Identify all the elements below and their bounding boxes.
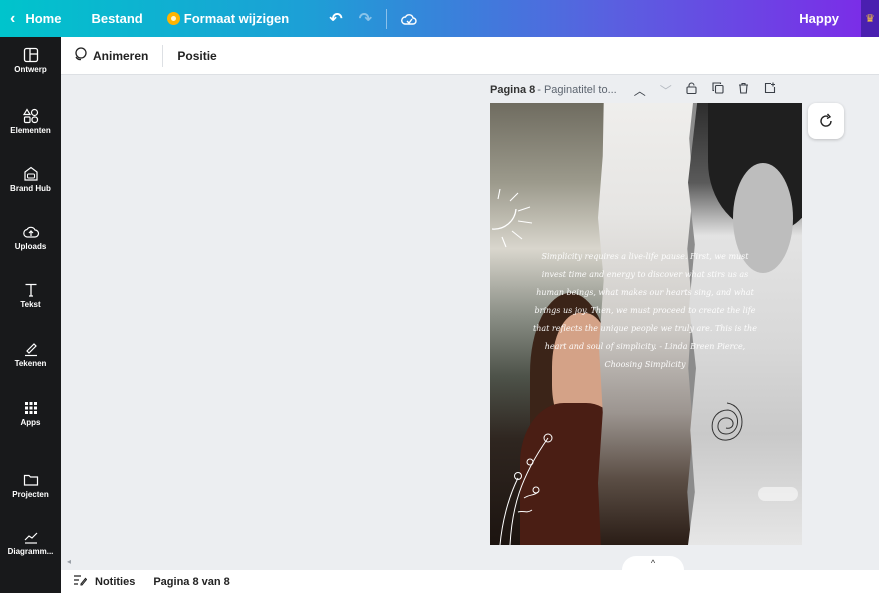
sidebar-item-label: Ontwerp <box>14 65 47 74</box>
premium-coin-icon <box>166 12 180 25</box>
refresh-rotate-button[interactable] <box>808 103 844 139</box>
undo-icon: ↶ <box>329 10 343 28</box>
user-label: Happy <box>799 11 839 26</box>
scroll-left-icon[interactable]: ◂ <box>67 557 71 566</box>
redo-icon: ↷ <box>358 10 373 28</box>
top-bar: ‹ Home Bestand Formaat wijzigen ↶ ↷ Happ… <box>0 0 879 37</box>
text-icon <box>25 283 36 297</box>
chart-icon <box>24 532 37 544</box>
position-button[interactable]: Positie <box>163 49 230 63</box>
design-page[interactable]: Simplicity requires a live-life pause. F… <box>490 103 802 545</box>
trash-icon[interactable] <box>731 82 757 99</box>
file-menu-button[interactable]: Bestand <box>83 0 150 37</box>
chevron-down-icon[interactable]: ﹀ <box>653 82 679 99</box>
collapse-pages-button[interactable]: ^ <box>622 556 684 570</box>
toolbar-divider <box>386 8 388 29</box>
animate-label: Animeren <box>93 48 149 63</box>
sidebar-item-uploads[interactable]: Uploads <box>0 224 61 251</box>
resize-label: Formaat wijzigen <box>183 11 290 26</box>
notes-label: Notities <box>95 575 136 588</box>
resize-button[interactable]: Formaat wijzigen <box>159 0 297 37</box>
refresh-icon <box>820 113 832 127</box>
upload-cloud-icon <box>22 226 39 238</box>
redo-button[interactable]: ↷ <box>351 0 380 37</box>
file-menu-label: Bestand <box>91 11 143 26</box>
layout-icon <box>23 47 38 63</box>
lock-icon[interactable] <box>679 81 705 99</box>
chevron-up-icon: ^ <box>650 558 656 568</box>
chevron-up-icon[interactable]: ︿ <box>627 82 653 99</box>
notes-button[interactable]: Notities <box>61 574 135 589</box>
sidebar-item-tekenen[interactable]: Tekenen <box>0 341 61 368</box>
crown-icon[interactable]: ♛ <box>861 0 879 37</box>
animate-icon <box>73 47 87 64</box>
duplicate-page-icon[interactable] <box>705 81 731 99</box>
cloud-saved-icon <box>401 13 417 25</box>
user-team-button[interactable]: Happy <box>791 0 847 37</box>
sidebar-item-label: Tekst <box>20 300 41 309</box>
notes-icon <box>73 574 88 589</box>
horizontal-scrollbar[interactable]: ◂ <box>61 557 879 566</box>
sidebar-item-label: Tekenen <box>14 359 47 368</box>
sidebar: Ontwerp Elementen Brand Hub Uploads Teks… <box>0 37 61 593</box>
sidebar-item-diagrammen[interactable]: Diagramm... <box>0 529 61 556</box>
sidebar-item-label: Brand Hub <box>10 184 51 193</box>
page-indicator[interactable]: Pagina 8 van 8 <box>153 576 229 588</box>
home-button[interactable]: ‹ Home <box>0 0 69 37</box>
scribble-doodle-icon[interactable] <box>702 398 752 448</box>
sidebar-item-label: Uploads <box>14 242 47 251</box>
draw-icon <box>24 343 37 357</box>
sidebar-item-label: Elementen <box>10 126 51 135</box>
footer-bar: Notities Pagina 8 van 8 <box>61 570 879 593</box>
sidebar-item-apps[interactable]: Apps <box>0 400 61 427</box>
sidebar-item-brand-hub[interactable]: Brand Hub <box>0 166 61 193</box>
save-status-button[interactable] <box>393 0 425 37</box>
page-title[interactable]: Pagina 8 <box>490 84 535 96</box>
quote-text[interactable]: Simplicity requires a live-life pause. F… <box>530 248 760 374</box>
page-subtitle[interactable]: - Paginatitel to... <box>537 84 617 96</box>
animate-button[interactable]: Animeren <box>61 47 162 64</box>
apps-grid-icon <box>24 402 37 414</box>
sun-doodle-icon[interactable] <box>492 189 542 249</box>
home-label: Home <box>25 11 62 26</box>
page-header: Pagina 8 - Paginatitel to... ︿ ﹀ <box>490 80 783 100</box>
folder-icon <box>23 474 38 486</box>
context-toolbar: Animeren Positie <box>61 37 879 75</box>
flower-doodle-icon[interactable] <box>490 428 560 545</box>
undo-button[interactable]: ↶ <box>321 0 350 37</box>
add-page-icon[interactable] <box>757 82 783 99</box>
brand-icon <box>23 166 38 181</box>
cloud-shape <box>758 487 798 501</box>
sidebar-item-label: Projecten <box>12 490 49 499</box>
chevron-left-icon: ‹ <box>10 9 16 27</box>
sidebar-item-projecten[interactable]: Projecten <box>0 472 61 499</box>
sidebar-item-elementen[interactable]: Elementen <box>0 108 61 135</box>
sidebar-item-label: Apps <box>20 418 41 427</box>
sidebar-item-tekst[interactable]: Tekst <box>0 282 61 309</box>
sidebar-item-ontwerp[interactable]: Ontwerp <box>0 47 61 74</box>
position-label: Positie <box>177 48 217 63</box>
shapes-icon <box>22 108 38 124</box>
sidebar-item-label: Diagramm... <box>7 547 54 556</box>
